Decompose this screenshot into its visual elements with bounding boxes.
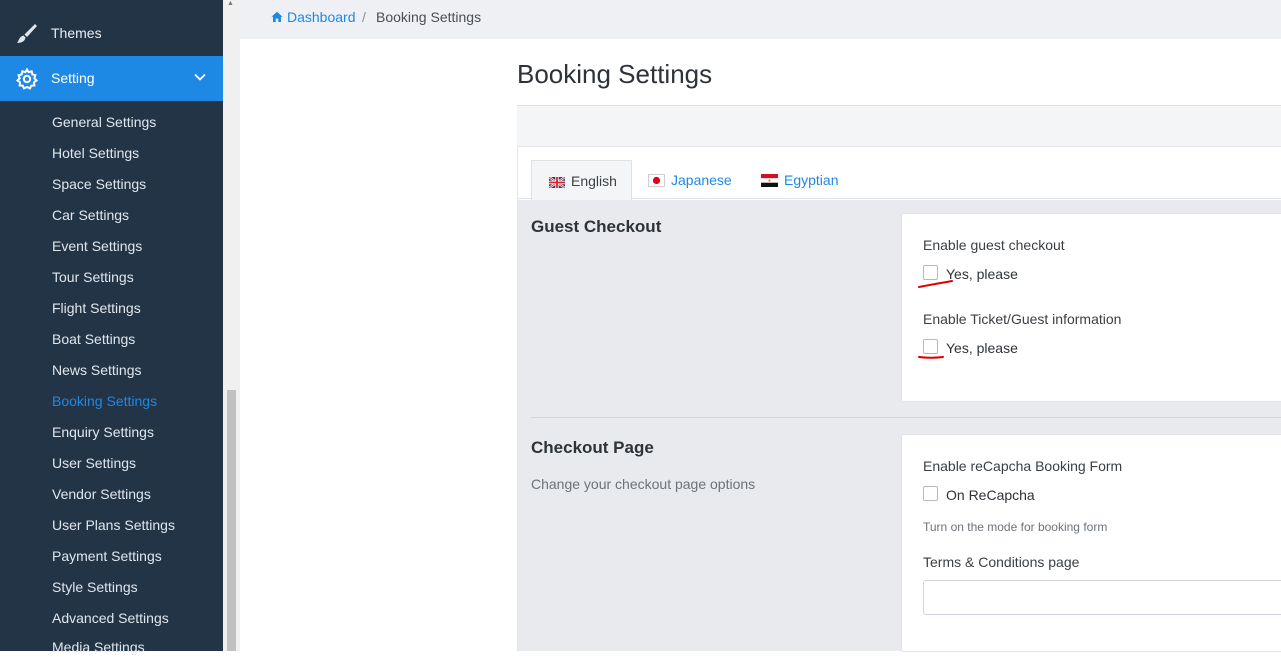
sidebar: Themes Setting General Settings Hotel Se… (0, 0, 223, 655)
checkout-page-card: Enable reCapcha Booking Form On ReCapcha… (901, 434, 1281, 652)
enable-recaptcha-option-label[interactable]: On ReCapcha (946, 487, 1035, 503)
sidebar-item-themes[interactable]: Themes (0, 11, 223, 56)
enable-ticket-guest-info-option-label[interactable]: Yes, please (946, 340, 1018, 356)
tab-content: Guest Checkout Enable guest checkout Yes… (518, 200, 1281, 652)
red-underline-annotation (918, 356, 944, 359)
sidebar-scrollbar-thumb[interactable] (227, 390, 236, 651)
guest-checkout-card: Enable guest checkout Yes, please Enable… (901, 213, 1281, 402)
recaptcha-help-text: Turn on the mode for booking form (923, 520, 1108, 534)
enable-guest-checkout-label: Enable guest checkout (923, 237, 1065, 253)
breadcrumb-current: Booking Settings (376, 9, 482, 25)
sidebar-item-general-settings[interactable]: General Settings (52, 112, 156, 132)
brush-icon (15, 22, 39, 46)
language-tab-bar: English Japanese Egyptian (518, 147, 1281, 200)
checkout-page-description: Change your checkout page options (531, 476, 756, 492)
sidebar-item-style-settings[interactable]: Style Settings (52, 577, 138, 597)
sidebar-item-news-settings[interactable]: News Settings (52, 360, 141, 380)
checkout-page-title: Checkout Page (531, 438, 654, 457)
breadcrumb: Dashboard / Booking Settings (240, 0, 1281, 39)
red-underline-annotation (918, 280, 953, 288)
enable-guest-checkout-option-label[interactable]: Yes, please (946, 266, 1018, 282)
breadcrumb-dashboard-link[interactable]: Dashboard (271, 9, 356, 25)
terms-conditions-input[interactable] (923, 580, 1281, 615)
sidebar-item-vendor-settings[interactable]: Vendor Settings (52, 484, 151, 504)
sidebar-item-event-settings[interactable]: Event Settings (52, 236, 142, 256)
sidebar-item-user-settings[interactable]: User Settings (52, 453, 136, 473)
breadcrumb-separator: / (362, 9, 366, 25)
tab-japanese[interactable]: Japanese (648, 160, 732, 200)
egypt-flag-icon (761, 174, 778, 187)
sidebar-item-setting[interactable]: Setting (0, 56, 223, 101)
sidebar-item-user-plans-settings[interactable]: User Plans Settings (52, 515, 175, 535)
enable-recaptcha-checkbox[interactable] (923, 486, 938, 501)
home-icon (271, 11, 283, 22)
language-tabs-card: English Japanese Egyptian Guest Checkout (517, 146, 1281, 652)
scroll-up-arrow-icon[interactable]: ▲ (227, 0, 234, 7)
sidebar-item-booking-settings[interactable]: Booking Settings (52, 391, 157, 411)
tab-japanese-label: Japanese (671, 172, 732, 188)
page-title: Booking Settings (517, 59, 713, 89)
sidebar-item-media-settings[interactable]: Media Settings (52, 637, 145, 657)
guest-checkout-title: Guest Checkout (531, 217, 662, 236)
uk-flag-icon (549, 177, 565, 188)
tab-egyptian-label: Egyptian (784, 172, 839, 188)
sidebar-item-label: Setting (51, 70, 95, 86)
sidebar-item-label: Themes (51, 25, 102, 41)
enable-ticket-guest-info-label: Enable Ticket/Guest information (923, 311, 1122, 327)
sidebar-item-enquiry-settings[interactable]: Enquiry Settings (52, 422, 154, 442)
sidebar-item-car-settings[interactable]: Car Settings (52, 205, 129, 225)
terms-conditions-label: Terms & Conditions page (923, 554, 1080, 570)
breadcrumb-dashboard-label: Dashboard (287, 9, 356, 25)
enable-recaptcha-label: Enable reCapcha Booking Form (923, 458, 1123, 474)
tab-english-label: English (571, 173, 617, 189)
sidebar-item-advanced-settings[interactable]: Advanced Settings (52, 608, 169, 628)
chevron-down-icon (193, 70, 207, 84)
main-content: Booking Settings English Japanese Egypti… (240, 39, 1281, 652)
japan-flag-icon (648, 174, 665, 187)
sidebar-item-space-settings[interactable]: Space Settings (52, 174, 146, 194)
tab-egyptian[interactable]: Egyptian (761, 160, 838, 200)
sidebar-item-hotel-settings[interactable]: Hotel Settings (52, 143, 139, 163)
sidebar-item-boat-settings[interactable]: Boat Settings (52, 329, 135, 349)
sidebar-item-flight-settings[interactable]: Flight Settings (52, 298, 141, 318)
sidebar-item-payment-settings[interactable]: Payment Settings (52, 546, 162, 566)
tab-english[interactable]: English (531, 160, 632, 200)
sidebar-item-tour-settings[interactable]: Tour Settings (52, 267, 134, 287)
gear-icon (15, 67, 39, 91)
section-divider (531, 417, 1281, 418)
